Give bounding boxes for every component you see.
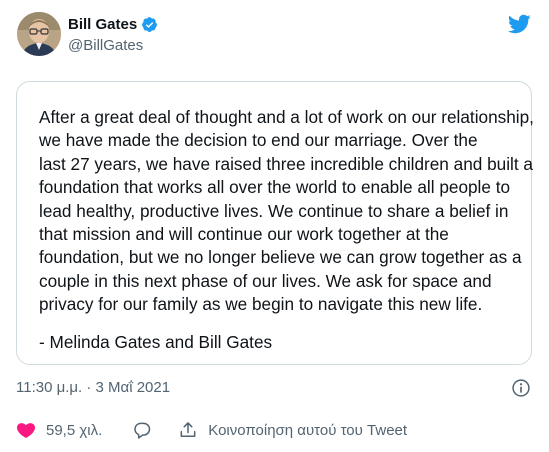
share-label: Κοινοποίηση αυτού του Tweet: [208, 421, 408, 439]
statement-line: we have made the decision to end our mar…: [39, 130, 478, 151]
heart-icon: [17, 423, 35, 438]
share-button[interactable]: Κοινοποίηση αυτού του Tweet: [178, 420, 407, 440]
statement-line: couple in this next phase of our lives. …: [39, 270, 492, 291]
statement-line: privacy for our family as we begin to na…: [39, 294, 483, 315]
statement-line: last 27 years, we have raised three incr…: [39, 153, 533, 174]
action-bar: 59,5 χιλ. Κοινοποίηση αυτού του Tweet: [16, 420, 407, 440]
display-name-row: Bill Gates: [68, 14, 158, 34]
twitter-bird-icon[interactable]: [507, 12, 531, 36]
tweet-card: Bill Gates @BillGates After a great deal…: [0, 0, 549, 452]
handle[interactable]: @BillGates: [68, 37, 158, 54]
like-button[interactable]: 59,5 χιλ.: [16, 420, 102, 440]
reply-icon: [134, 422, 151, 439]
verified-badge-icon: [142, 16, 158, 32]
avatar[interactable]: [17, 12, 61, 56]
timestamp[interactable]: 11:30 μ.μ. · 3 Μαΐ 2021: [16, 379, 170, 396]
statement-line: lead healthy, productive lives. We conti…: [39, 200, 509, 221]
statement-image[interactable]: After a great deal of thought and a lot …: [16, 81, 534, 365]
like-count: 59,5 χιλ.: [46, 421, 103, 439]
statement-line: that mission and will continue our work …: [39, 224, 449, 245]
share-icon: [180, 422, 196, 437]
statement-line: After a great deal of thought and a lot …: [39, 107, 534, 127]
statement-line: foundation, but we no longer believe we …: [39, 247, 522, 268]
statement-text: After a great deal of thought and a lot …: [39, 106, 534, 317]
info-icon[interactable]: [511, 378, 531, 398]
reply-button[interactable]: [132, 420, 152, 440]
user-info: Bill Gates @BillGates: [68, 14, 158, 54]
display-name[interactable]: Bill Gates: [68, 16, 137, 33]
statement-signature: - Melinda Gates and Bill Gates: [39, 331, 273, 352]
statement-line: foundation that works all over the world…: [39, 177, 511, 198]
